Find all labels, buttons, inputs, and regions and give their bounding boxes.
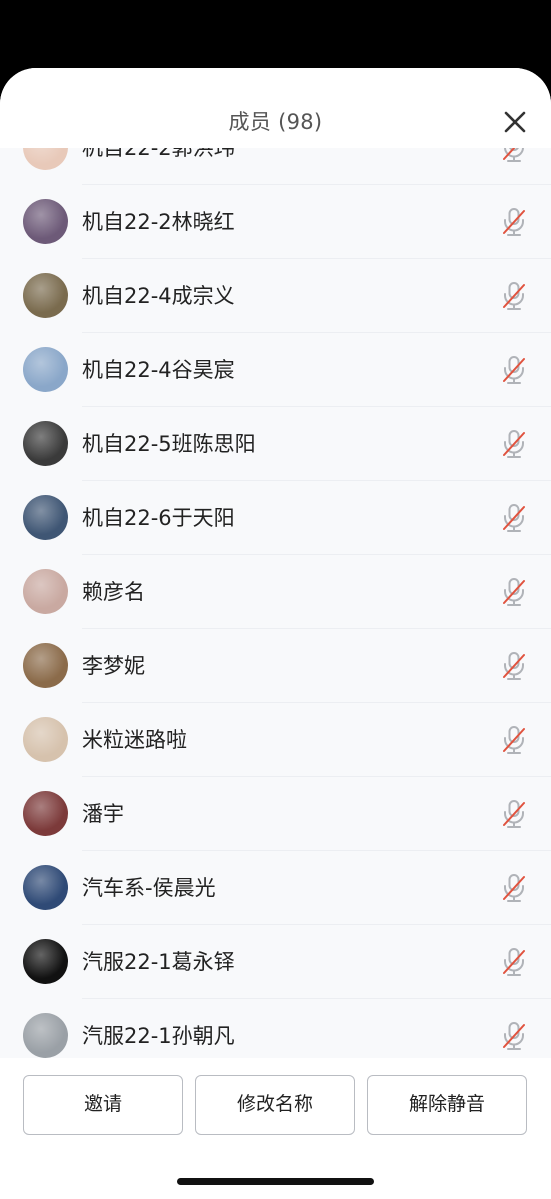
avatar	[23, 148, 68, 170]
member-name: 机自22-2林晓红	[82, 210, 235, 234]
member-row[interactable]: 机自22-2林晓红	[0, 185, 551, 259]
avatar	[23, 865, 68, 910]
mic-muted-icon[interactable]	[500, 429, 528, 459]
avatar	[23, 643, 68, 688]
member-row[interactable]: 李梦妮	[0, 629, 551, 703]
member-name: 汽服22-1葛永铎	[82, 950, 235, 974]
mic-muted-icon[interactable]	[500, 799, 528, 829]
member-name: 汽服22-1孙朝凡	[82, 1024, 235, 1048]
member-row[interactable]: 机自22-4谷昊宸	[0, 333, 551, 407]
member-list[interactable]: 机自22-2郭洪玮机自22-2林晓红 机自22-4成宗义 机自22-4谷昊宸 机自22…	[0, 148, 551, 1058]
mic-muted-icon[interactable]	[500, 281, 528, 311]
home-indicator[interactable]	[177, 1178, 374, 1185]
member-row[interactable]: 机自22-6于天阳	[0, 481, 551, 555]
avatar	[23, 939, 68, 984]
member-name: 机自22-6于天阳	[82, 506, 235, 530]
members-sheet: 成员 (98) 机自22-2郭洪玮机自22-2林晓红 机自22-4成宗义 机自22-…	[0, 68, 551, 1199]
member-row[interactable]: 机自22-5班陈思阳	[0, 407, 551, 481]
avatar	[23, 495, 68, 540]
member-row[interactable]: 汽车系-侯晨光	[0, 851, 551, 925]
mic-muted-icon[interactable]	[500, 503, 528, 533]
close-icon[interactable]	[501, 108, 529, 136]
mic-muted-icon[interactable]	[500, 651, 528, 681]
rename-button[interactable]: 修改名称	[195, 1075, 355, 1135]
member-name: 米粒迷路啦	[82, 728, 187, 752]
member-name: 机自22-4成宗义	[82, 284, 235, 308]
avatar	[23, 717, 68, 762]
mic-muted-icon[interactable]	[500, 148, 528, 163]
member-row[interactable]: 赖彦名	[0, 555, 551, 629]
invite-button[interactable]: 邀请	[23, 1075, 183, 1135]
mic-muted-icon[interactable]	[500, 947, 528, 977]
mic-muted-icon[interactable]	[500, 1021, 528, 1051]
mic-muted-icon[interactable]	[500, 577, 528, 607]
member-name: 机自22-5班陈思阳	[82, 432, 256, 456]
avatar	[23, 1013, 68, 1058]
mic-muted-icon[interactable]	[500, 355, 528, 385]
page-title: 成员 (98)	[228, 110, 323, 134]
unmute-all-button[interactable]: 解除静音	[367, 1075, 527, 1135]
member-row[interactable]: 汽服22-1葛永铎	[0, 925, 551, 999]
member-row[interactable]: 潘宇	[0, 777, 551, 851]
avatar	[23, 199, 68, 244]
avatar	[23, 273, 68, 318]
sheet-header: 成员 (98)	[0, 68, 551, 148]
member-name: 李梦妮	[82, 654, 145, 678]
avatar	[23, 347, 68, 392]
avatar	[23, 569, 68, 614]
member-row[interactable]: 汽服22-1孙朝凡	[0, 999, 551, 1058]
mic-muted-icon[interactable]	[500, 207, 528, 237]
member-name: 赖彦名	[82, 580, 145, 604]
member-name: 潘宇	[82, 802, 124, 826]
mic-muted-icon[interactable]	[500, 873, 528, 903]
member-name: 机自22-4谷昊宸	[82, 358, 235, 382]
avatar	[23, 791, 68, 836]
member-row[interactable]: 米粒迷路啦	[0, 703, 551, 777]
member-name: 机自22-2郭洪玮	[82, 148, 235, 160]
member-row[interactable]: 机自22-2郭洪玮	[0, 148, 551, 185]
avatar	[23, 421, 68, 466]
member-name: 汽车系-侯晨光	[82, 876, 216, 900]
member-row[interactable]: 机自22-4成宗义	[0, 259, 551, 333]
mic-muted-icon[interactable]	[500, 725, 528, 755]
